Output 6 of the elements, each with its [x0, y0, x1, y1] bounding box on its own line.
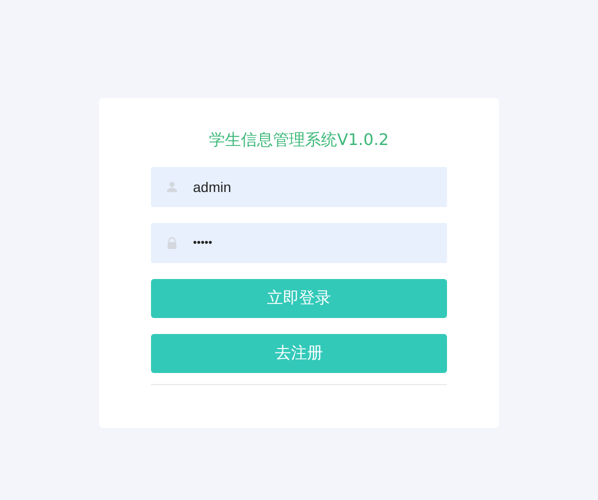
app-title: 学生信息管理系统V1.0.2 — [208, 129, 390, 151]
user-icon — [166, 181, 178, 193]
login-button[interactable]: 立即登录 — [151, 279, 447, 318]
lock-icon — [166, 237, 178, 249]
register-button[interactable]: 去注册 — [151, 334, 447, 373]
login-card: 学生信息管理系统V1.0.2 admin ••••• 立即登录 去注册 — [99, 98, 499, 428]
